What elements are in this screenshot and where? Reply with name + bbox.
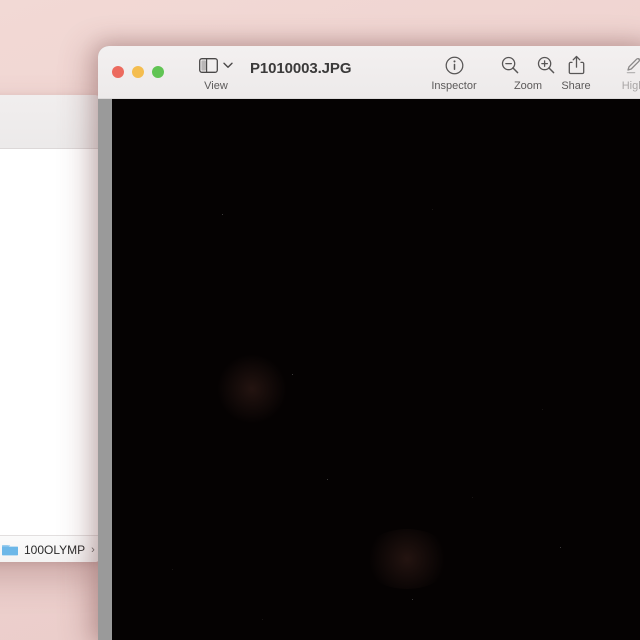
- inspector-button[interactable]: Inspector: [423, 54, 485, 92]
- marker-pen-icon: [626, 57, 640, 73]
- magnifier-minus-icon[interactable]: [501, 56, 519, 74]
- share-label: Share: [561, 80, 591, 92]
- finder-file-list[interactable]: 010002.JPG 100OLYMP ›: [0, 149, 104, 562]
- view-icon-group: [199, 54, 233, 76]
- inspector-icon-wrap: [445, 54, 464, 76]
- window-controls[interactable]: [112, 66, 164, 78]
- finder-toolbar: MP: [0, 95, 104, 149]
- minimize-button[interactable]: [132, 66, 144, 78]
- highlight-button[interactable]: High: [603, 54, 640, 92]
- info-circle-icon: [445, 56, 463, 74]
- maximize-button[interactable]: [152, 66, 164, 78]
- sidebar-icon: [199, 57, 218, 73]
- zoom-label: Zoom: [513, 80, 543, 92]
- preview-content-area[interactable]: [98, 99, 640, 640]
- view-label: View: [204, 80, 228, 92]
- close-button[interactable]: [112, 66, 124, 78]
- preview-window[interactable]: View P1010003.JPG Inspector Zoom Share H…: [98, 46, 640, 640]
- desktop: MP 010002.JPG 100OLYMP ›: [0, 0, 640, 640]
- finder-window[interactable]: MP 010002.JPG 100OLYMP ›: [0, 95, 104, 562]
- chevron-down-icon: [223, 62, 233, 68]
- share-up-arrow-icon: [568, 55, 584, 75]
- page-title: P1010003.JPG: [250, 60, 352, 77]
- share-button[interactable]: Share: [545, 54, 607, 92]
- highlight-label: High: [621, 80, 640, 92]
- view-button[interactable]: View: [185, 54, 247, 92]
- highlight-icon-wrap: [624, 54, 640, 76]
- folder-icon: [2, 545, 18, 556]
- preview-toolbar: View P1010003.JPG Inspector Zoom Share H…: [98, 46, 640, 99]
- chevron-right-icon: ›: [91, 543, 95, 556]
- photo-canvas[interactable]: [112, 99, 640, 640]
- share-icon-wrap: [568, 54, 585, 76]
- finder-path-bar[interactable]: 100OLYMP ›: [0, 535, 104, 562]
- path-bar-label: 100OLYMP: [24, 542, 86, 557]
- inspector-label: Inspector: [431, 80, 477, 92]
